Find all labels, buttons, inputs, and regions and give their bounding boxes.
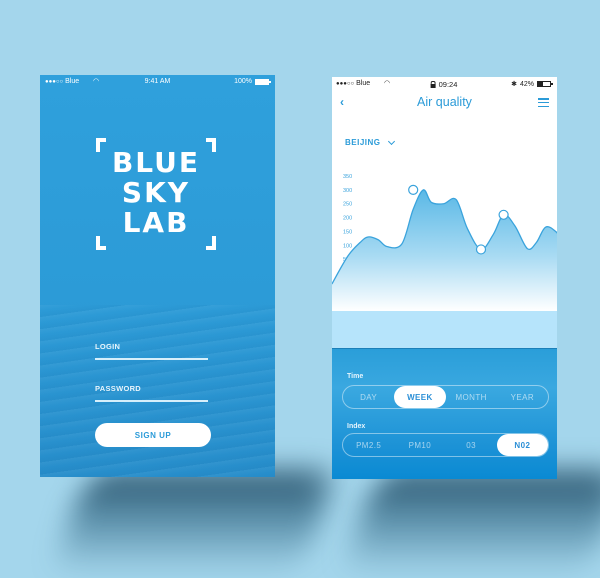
status-bar: ●●●○○ Blue ◠ 9:41 AM 100%	[40, 75, 275, 89]
time-option-month[interactable]: MONTH	[446, 386, 497, 408]
battery: 100%	[234, 78, 271, 85]
time-option-day[interactable]: DAY	[343, 386, 394, 408]
air-quality-screen: ●●●○○ Blue ◠ 09:24 ✱ 42% ‹ Air quality B…	[332, 77, 557, 479]
battery-icon	[255, 78, 271, 85]
chart-data-marker[interactable]	[498, 209, 509, 220]
carrier: ●●●○○ Blue	[45, 78, 79, 85]
blue-sky-lab-logo: BLUE SKY LAB	[96, 138, 216, 250]
password-field[interactable]: PASSWORD	[95, 384, 208, 402]
signal-icon: ●●●○○	[45, 78, 64, 85]
login-input-underline[interactable]	[95, 358, 208, 360]
time-option-year[interactable]: YEAR	[497, 386, 548, 408]
password-label: PASSWORD	[95, 384, 142, 393]
time-option-week[interactable]: WEEK	[394, 386, 446, 408]
y-tick-label: 200	[343, 216, 352, 222]
y-tick-label: 300	[343, 188, 352, 194]
password-input-underline[interactable]	[95, 400, 208, 402]
index-option-no2[interactable]: N02	[496, 434, 548, 456]
index-label: Index	[347, 423, 366, 430]
index-segmented-control: PM2.5 PM10 03 N02	[342, 433, 549, 457]
y-tick-label: 100	[343, 243, 352, 249]
login-label: LOGIN	[95, 342, 121, 351]
logo-corner-bottom-left	[96, 236, 106, 250]
chart-data-marker[interactable]	[408, 184, 419, 195]
left-phone-shadow	[52, 470, 338, 575]
chart-data-marker[interactable]	[475, 244, 487, 255]
status-time: 9:41 AM	[144, 78, 171, 85]
logo-text: BLUE SKY LAB	[96, 148, 216, 238]
y-tick-label: 250	[343, 202, 352, 208]
carrier-name: Blue	[65, 78, 80, 85]
index-option-pm25[interactable]: PM2.5	[343, 434, 394, 456]
right-phone-shadow	[342, 470, 600, 575]
logo-line: LAB	[122, 206, 190, 239]
logo-corner-bottom-right	[206, 236, 216, 250]
y-tick-label: 150	[343, 229, 352, 235]
index-option-o3[interactable]: 03	[446, 434, 497, 456]
sign-up-button[interactable]: SIGN UP	[95, 423, 211, 447]
y-tick-label: 350	[343, 174, 352, 180]
login-field[interactable]: LOGIN	[95, 342, 208, 360]
index-option-pm10[interactable]: PM10	[394, 434, 445, 456]
chart-area-fill	[332, 189, 557, 311]
login-screen: ●●●○○ Blue ◠ 9:41 AM 100% BLUE SKY LAB L…	[40, 75, 275, 477]
time-label: Time	[347, 373, 364, 380]
logo-line: BLUE	[111, 146, 201, 179]
battery-percent: 100%	[234, 78, 252, 85]
time-segmented-control: DAY WEEK MONTH YEAR	[342, 385, 549, 409]
wifi-icon: ◠	[93, 78, 100, 85]
logo-line: SKY	[121, 176, 191, 209]
filter-panel: Time DAY WEEK MONTH YEAR Index PM2.5 PM1…	[332, 348, 557, 479]
